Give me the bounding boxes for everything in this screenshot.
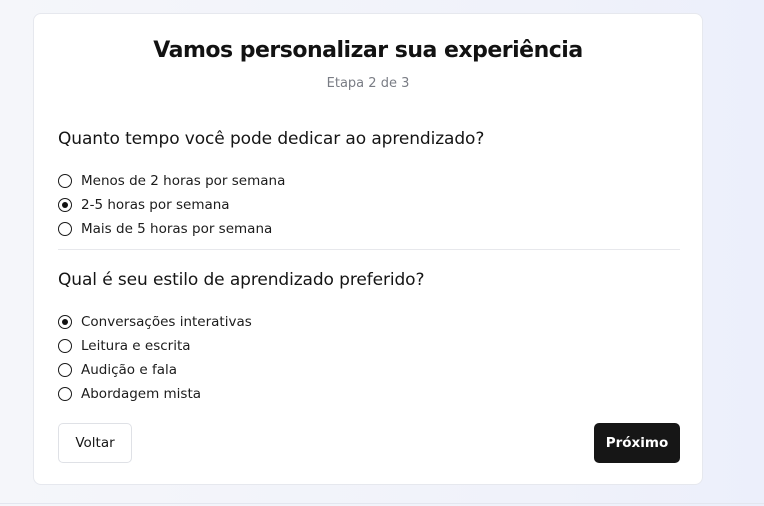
radio-button[interactable] xyxy=(58,363,72,377)
section-divider xyxy=(58,249,680,250)
option-interactive-conversations[interactable]: Conversações interativas xyxy=(58,310,252,334)
radio-button-checked[interactable] xyxy=(58,315,72,329)
option-label: Conversações interativas xyxy=(81,314,252,330)
page-title: Vamos personalizar sua experiência xyxy=(153,38,583,63)
learning-style-options: Conversações interativas Leitura e escri… xyxy=(58,310,252,406)
option-less-than-2-hours[interactable]: Menos de 2 horas por semana xyxy=(58,169,285,193)
next-button[interactable]: Próximo xyxy=(594,423,680,463)
option-label: Abordagem mista xyxy=(81,386,202,402)
option-2-5-hours[interactable]: 2-5 horas por semana xyxy=(58,193,285,217)
question-time-commitment: Quanto tempo você pode dedicar ao aprend… xyxy=(58,129,485,149)
radio-button[interactable] xyxy=(58,339,72,353)
radio-button[interactable] xyxy=(58,174,72,188)
radio-button[interactable] xyxy=(58,387,72,401)
question-learning-style: Qual é seu estilo de aprendizado preferi… xyxy=(58,270,425,290)
option-listening-speaking[interactable]: Audição e fala xyxy=(58,358,252,382)
option-label: Leitura e escrita xyxy=(81,338,191,354)
option-reading-writing[interactable]: Leitura e escrita xyxy=(58,334,252,358)
option-label: Menos de 2 horas por semana xyxy=(81,173,286,189)
page-bottom-border xyxy=(0,503,764,504)
radio-button[interactable] xyxy=(58,222,72,236)
option-label: Audição e fala xyxy=(81,362,178,378)
radio-button-checked[interactable] xyxy=(58,198,72,212)
time-commitment-options: Menos de 2 horas por semana 2-5 horas po… xyxy=(58,169,285,241)
onboarding-card: Vamos personalizar sua experiência Etapa… xyxy=(33,13,703,485)
option-label: 2-5 horas por semana xyxy=(81,197,230,213)
option-more-than-5-hours[interactable]: Mais de 5 horas por semana xyxy=(58,217,285,241)
back-button[interactable]: Voltar xyxy=(58,423,132,463)
option-mixed-approach[interactable]: Abordagem mista xyxy=(58,382,252,406)
step-indicator: Etapa 2 de 3 xyxy=(326,76,410,91)
option-label: Mais de 5 horas por semana xyxy=(81,221,273,237)
